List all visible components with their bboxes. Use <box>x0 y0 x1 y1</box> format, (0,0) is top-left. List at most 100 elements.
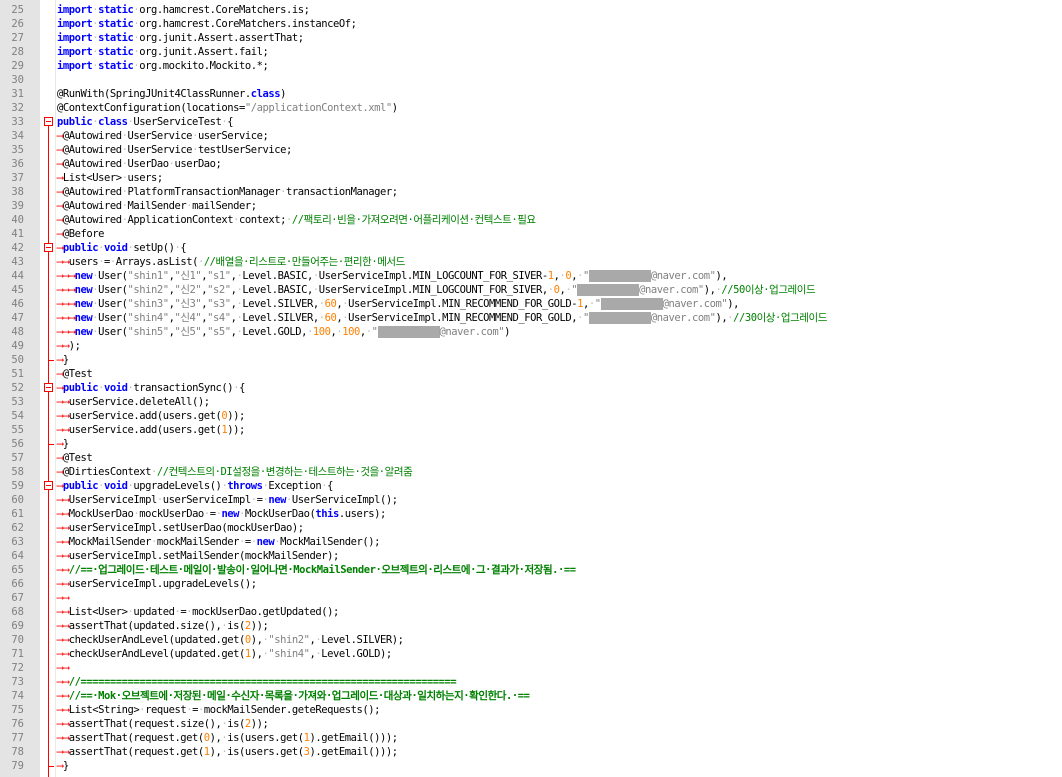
line-number: 38 <box>11 186 24 198</box>
code-line[interactable]: 53 ⟶⟶userService.deleteAll(); <box>0 395 1062 409</box>
code-text: ⟶⟶checkUserAndLevel(updated.get(1),·"shi… <box>57 648 392 660</box>
line-number: 39 <box>11 200 24 212</box>
line-number: 44 <box>11 270 24 282</box>
code-line[interactable]: 34 ⟶@Autowired·UserService·userService; <box>0 129 1062 143</box>
code-line[interactable]: 26 import·static·org.hamcrest.CoreMatcher… <box>0 17 1062 31</box>
code-text: ⟶@Test <box>57 452 93 464</box>
code-line[interactable]: 65 ⟶⟶//==·업그레이드·테스트·메일이·발송이·일어나면·MockMail… <box>0 563 1062 577</box>
code-text: ⟶⟶⟶new·User("shin4","신4","s4",·Level.SIL… <box>57 312 827 324</box>
line-number: 41 <box>11 228 24 240</box>
code-line[interactable]: 39 ⟶@Autowired·MailSender·mailSender; <box>0 199 1062 213</box>
code-line[interactable]: 77 ⟶⟶assertThat(request.get(0),·is(users.… <box>0 731 1062 745</box>
code-text: ⟶} <box>57 760 69 772</box>
code-line[interactable]: 66 ⟶⟶userServiceImpl.upgradeLevels(); <box>0 577 1062 591</box>
fold-line <box>48 125 49 777</box>
code-line[interactable]: 58 ⟶@DirtiesContext·//컨텍스트의·DI설정을·변경하는·테스… <box>0 465 1062 479</box>
code-text: import·static·org.hamcrest.CoreMatchers.… <box>57 18 357 30</box>
code-text: ⟶⟶assertThat(request.get(0),·is(users.ge… <box>57 732 398 744</box>
code-line[interactable]: 59 ⟶public·void·upgradeLevels()·throws·Ex… <box>0 479 1062 493</box>
code-text: ⟶@Autowired·UserService·userService; <box>57 130 269 142</box>
fold-end-marker <box>48 766 54 767</box>
code-line[interactable]: 38 ⟶@Autowired·PlatformTransactionManager… <box>0 185 1062 199</box>
line-number: 70 <box>11 634 24 646</box>
line-number: 29 <box>11 60 24 72</box>
code-text: ⟶⟶ <box>57 662 69 674</box>
code-line[interactable]: 42 ⟶public·void·setUp()·{ <box>0 241 1062 255</box>
code-line[interactable]: 78 ⟶⟶assertThat(request.get(1),·is(users.… <box>0 745 1062 759</box>
line-number: 75 <box>11 704 24 716</box>
code-text: ⟶⟶//====================================… <box>57 676 457 688</box>
code-line[interactable]: 41 ⟶@Before <box>0 227 1062 241</box>
code-line[interactable]: 43 ⟶⟶users·=·Arrays.asList(·//배열을·리스트로·만들… <box>0 255 1062 269</box>
code-text: ⟶@Autowired·UserService·testUserService; <box>57 144 292 156</box>
code-line[interactable]: 56 ⟶} <box>0 437 1062 451</box>
line-number: 26 <box>11 18 24 30</box>
code-line[interactable]: 45 ⟶⟶⟶new·User("shin2","신2","s2",·Level.B… <box>0 283 1062 297</box>
code-line[interactable]: 68 ⟶⟶List<User>·updated·=·mockUserDao.get… <box>0 605 1062 619</box>
code-text: ⟶@Autowired·PlatformTransactionManager·t… <box>57 186 398 198</box>
code-line[interactable]: 50 ⟶} <box>0 353 1062 367</box>
code-line[interactable]: 62 ⟶⟶userServiceImpl.setUserDao(mockUserD… <box>0 521 1062 535</box>
code-line[interactable]: 61 ⟶⟶MockUserDao·mockUserDao·=·new·MockUs… <box>0 507 1062 521</box>
code-line[interactable]: 31 @RunWith(SpringJUnit4ClassRunner.class… <box>0 87 1062 101</box>
code-line[interactable]: 67 ⟶⟶ <box>0 591 1062 605</box>
code-line[interactable]: 49 ⟶⟶); <box>0 339 1062 353</box>
code-line[interactable]: 76 ⟶⟶assertThat(request.size(),·is(2)); <box>0 717 1062 731</box>
line-number: 55 <box>11 424 24 436</box>
fold-toggle-button[interactable] <box>44 383 53 392</box>
fold-toggle-button[interactable] <box>44 243 53 252</box>
code-line[interactable]: 70 ⟶⟶checkUserAndLevel(updated.get(0),·"s… <box>0 633 1062 647</box>
line-number: 33 <box>11 116 24 128</box>
code-line[interactable]: 79 ⟶} <box>0 759 1062 773</box>
code-text: ⟶} <box>57 354 69 366</box>
line-number: 45 <box>11 284 24 296</box>
code-line[interactable]: 55 ⟶⟶userService.add(users.get(1)); <box>0 423 1062 437</box>
code-editor[interactable]: 25 import·static·org.hamcrest.CoreMatcher… <box>0 0 1062 777</box>
fold-end-marker <box>48 444 54 445</box>
code-line[interactable]: 72 ⟶⟶ <box>0 661 1062 675</box>
code-text: import·static·org.mockito.Mockito.*; <box>57 60 269 72</box>
code-text: ⟶@Autowired·ApplicationContext·context;·… <box>57 214 536 226</box>
line-number: 53 <box>11 396 24 408</box>
line-number: 36 <box>11 158 24 170</box>
code-line[interactable]: 25 import·static·org.hamcrest.CoreMatcher… <box>0 3 1062 17</box>
code-line[interactable]: 57 ⟶@Test <box>0 451 1062 465</box>
code-line[interactable]: 37 ⟶List<User>·users; <box>0 171 1062 185</box>
code-line[interactable]: 52 ⟶public·void·transactionSync()·{ <box>0 381 1062 395</box>
line-number: 62 <box>11 522 24 534</box>
code-line[interactable]: 32 @ContextConfiguration(locations="/appl… <box>0 101 1062 115</box>
line-number: 68 <box>11 606 24 618</box>
code-text: ⟶⟶userService.add(users.get(0)); <box>57 410 245 422</box>
code-line[interactable]: 44 ⟶⟶⟶new·User("shin1","신1","s1",·Level.B… <box>0 269 1062 283</box>
line-number: 37 <box>11 172 24 184</box>
fold-toggle-button[interactable] <box>44 117 53 126</box>
code-line[interactable]: 46 ⟶⟶⟶new·User("shin3","신3","s3",·Level.S… <box>0 297 1062 311</box>
code-line[interactable]: 33 public·class·UserServiceTest·{ <box>0 115 1062 129</box>
code-line[interactable]: 63 ⟶⟶MockMailSender·mockMailSender·=·new·… <box>0 535 1062 549</box>
code-line[interactable]: 36 ⟶@Autowired·UserDao·userDao; <box>0 157 1062 171</box>
code-text: ⟶⟶ <box>57 592 69 604</box>
fold-toggle-button[interactable] <box>44 481 53 490</box>
code-line[interactable]: 71 ⟶⟶checkUserAndLevel(updated.get(1),·"s… <box>0 647 1062 661</box>
code-line[interactable]: 40 ⟶@Autowired·ApplicationContext·context… <box>0 213 1062 227</box>
code-line[interactable]: 64 ⟶⟶userServiceImpl.setMailSender(mockMa… <box>0 549 1062 563</box>
line-number: 59 <box>11 480 24 492</box>
code-line[interactable]: 73 ⟶⟶//==================================… <box>0 675 1062 689</box>
code-line[interactable]: 74 ⟶⟶//==·Mok·오브젝트에·저장된·메일·수신자·목록을·가져와·업그… <box>0 689 1062 703</box>
code-line[interactable]: 60 ⟶⟶UserServiceImpl·userServiceImpl·=·ne… <box>0 493 1062 507</box>
code-line[interactable]: 48 ⟶⟶⟶new·User("shin5","신5","s5",·Level.G… <box>0 325 1062 339</box>
code-line[interactable]: 35 ⟶@Autowired·UserService·testUserServic… <box>0 143 1062 157</box>
code-line[interactable]: 47 ⟶⟶⟶new·User("shin4","신4","s4",·Level.S… <box>0 311 1062 325</box>
code-text: ⟶⟶assertThat(updated.size(),·is(2)); <box>57 620 269 632</box>
code-line[interactable]: 69 ⟶⟶assertThat(updated.size(),·is(2)); <box>0 619 1062 633</box>
code-line[interactable]: 27 import·static·org.junit.Assert.assertT… <box>0 31 1062 45</box>
code-line[interactable]: 28 import·static·org.junit.Assert.fail; <box>0 45 1062 59</box>
line-number: 40 <box>11 214 24 226</box>
code-line[interactable]: 54 ⟶⟶userService.add(users.get(0)); <box>0 409 1062 423</box>
line-number: 76 <box>11 718 24 730</box>
code-line[interactable]: 29 import·static·org.mockito.Mockito.*; <box>0 59 1062 73</box>
code-line[interactable]: 75 ⟶⟶List<String>·request·=·mockMailSende… <box>0 703 1062 717</box>
code-text: ⟶⟶List<String>·request·=·mockMailSender.… <box>57 704 380 716</box>
code-line[interactable]: 51 ⟶@Test <box>0 367 1062 381</box>
code-line[interactable]: 30 <box>0 73 1062 87</box>
